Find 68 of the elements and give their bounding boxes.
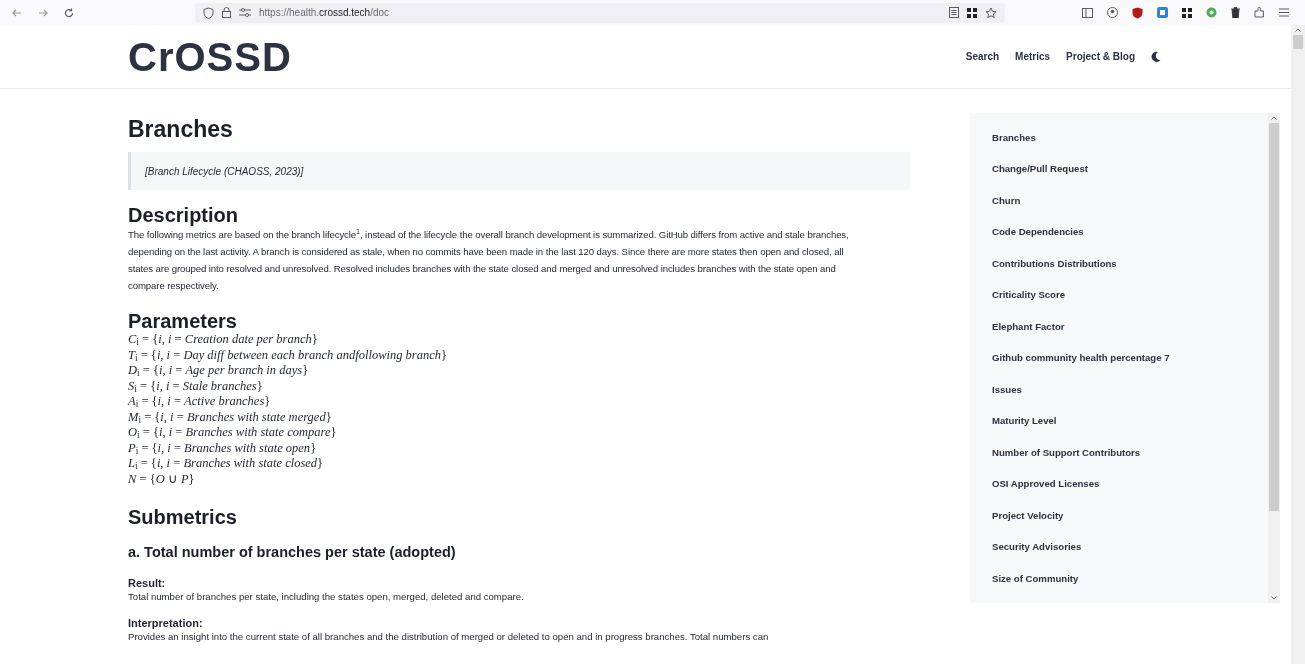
- field-heading: Interpretation:: [128, 616, 204, 630]
- scroll-up-icon[interactable]: [1271, 116, 1277, 120]
- menu-icon[interactable]: [1279, 8, 1289, 17]
- reader-view-icon[interactable]: [949, 7, 959, 18]
- scroll-down-icon[interactable]: [1271, 596, 1277, 600]
- sidebar-link[interactable]: Code Dependencies: [992, 225, 1084, 240]
- sidebar-link[interactable]: Contributions Distributions: [992, 256, 1117, 271]
- formula: P$_{i}$ = {i, i = Branches with state open}: [128, 440, 318, 456]
- sidebar-link[interactable]: Github community health percentage 7: [992, 351, 1170, 366]
- formula: C$_{i}$ = {i, i = Creation date per branch}: [128, 332, 319, 348]
- scroll-thumb[interactable]: [1293, 35, 1303, 49]
- extensions-icon[interactable]: [1254, 7, 1265, 18]
- section-heading: Parameters: [128, 310, 238, 332]
- circle-extension-icon[interactable]: [1206, 7, 1217, 18]
- account-icon[interactable]: [1107, 7, 1118, 18]
- shield-extension-icon[interactable]: [1132, 6, 1143, 19]
- page-title: Branches: [128, 115, 234, 143]
- section-heading: Description: [128, 204, 240, 226]
- sidebar-link[interactable]: Change/Pull Request: [992, 162, 1088, 177]
- result-text: Total number of branches per state, including the states open, merged, deleted and compare.: [128, 590, 525, 604]
- shield-icon[interactable]: [203, 6, 214, 19]
- url-text: https://health.crossd.tech/doc: [259, 6, 390, 20]
- extension-square-icon[interactable]: [1157, 7, 1168, 18]
- nav-link[interactable]: Project & Blog: [1066, 49, 1135, 64]
- formula: M$_{i}$ = {i, i = Branches with state merged}: [128, 409, 333, 425]
- site-logo[interactable]: CrOSSD: [128, 36, 292, 77]
- formula: S$_{i}$ = {i, i = Stale branches}: [128, 378, 264, 394]
- permissions-icon[interactable]: [239, 8, 251, 17]
- formula: D$_{i}$ = {i, i = Age per branch in days}: [128, 363, 310, 379]
- sidebar-link[interactable]: Security Advisories: [992, 540, 1082, 555]
- interpretation-text: Provides an insight into the current state of all branches and the distribution of merged or deleted to open and in progress branches. Total numbers can: [128, 630, 770, 644]
- formula: L$_{i}$ = {i, i = Branches with state closed}: [128, 456, 325, 472]
- sidebar-link[interactable]: Issues: [992, 382, 1022, 397]
- formula: T$_{i}$ = {i, i = Day diff between each branch andfollowing branch}: [128, 347, 448, 363]
- sidebar-scrollbar[interactable]: [1268, 113, 1280, 603]
- sidebar-link[interactable]: Criticality Score: [992, 288, 1066, 303]
- subsection-heading: a. Total number of branches per state (adopted): [128, 543, 457, 562]
- bookmark-star-icon[interactable]: [985, 6, 997, 19]
- formula: A$_{i}$ = {i, i = Active branches}: [128, 394, 272, 410]
- grid-extension-icon[interactable]: [1182, 7, 1192, 18]
- field-heading: Result:: [128, 576, 167, 590]
- formula: N = {O ∪ P}: [128, 471, 196, 487]
- quote-text: [Branch Lifecycle (CHAOSS, 2023)]: [145, 164, 304, 179]
- page-scrollbar[interactable]: [1291, 25, 1305, 664]
- scroll-thumb[interactable]: [1269, 123, 1279, 511]
- section-heading: Submetrics: [128, 505, 238, 529]
- sidebar-link[interactable]: OSI Approved Licenses: [992, 477, 1100, 492]
- sidebar-link[interactable]: Maturity Level: [992, 414, 1057, 429]
- grid-icon[interactable]: [967, 7, 977, 18]
- trash-icon[interactable]: [1231, 7, 1240, 18]
- sidebar-icon[interactable]: [1082, 7, 1093, 18]
- reload-icon[interactable]: [64, 7, 74, 18]
- formula: O$_{i}$ = {i, i = Branches with state compare}: [128, 425, 338, 441]
- sidebar-link[interactable]: Number of Support Contributors: [992, 445, 1141, 460]
- moon-icon[interactable]: [1151, 51, 1161, 62]
- nav-link[interactable]: Metrics: [1015, 49, 1051, 64]
- sidebar-link[interactable]: Branches: [992, 131, 1036, 145]
- back-icon[interactable]: [12, 7, 22, 18]
- address-bar[interactable]: https://health.crossd.tech/doc: [195, 2, 1005, 23]
- sidebar-link[interactable]: Elephant Factor: [992, 319, 1065, 334]
- description-paragraph: The following metrics are based on the branch lifecycle$^{1}$, instead of the lifecycle the overall branch development is summarized. GitHub differs from active and stale branches, depending on the last activity. A branch is considered as stale, when no commits have been made in the last 120 days. Since there are more states then open and closed, all states are grouped into resolved and unresolved. Resolved includes branches with the state closed and merged and unresolved includes branches with the state open and compare respectively.: [128, 226, 850, 293]
- forward-icon[interactable]: [38, 7, 48, 18]
- lock-icon[interactable]: [222, 7, 231, 18]
- scroll-up-icon[interactable]: [1295, 28, 1301, 32]
- sidebar-link[interactable]: Project Velocity: [992, 508, 1064, 523]
- sidebar-link[interactable]: Churn: [992, 193, 1021, 208]
- sidebar-link[interactable]: Size of Community: [992, 571, 1079, 586]
- nav-link[interactable]: Search: [965, 49, 1000, 64]
